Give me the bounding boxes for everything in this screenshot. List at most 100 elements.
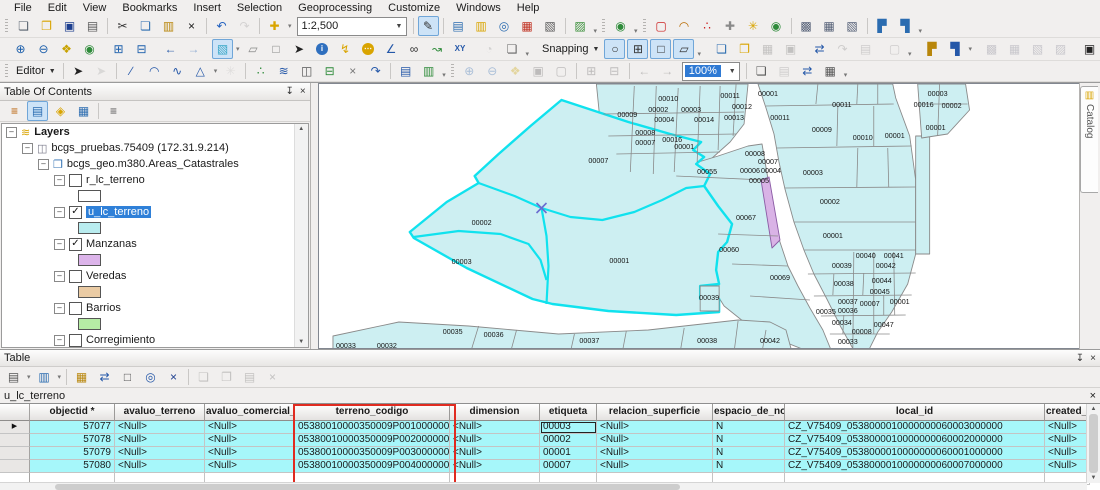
- cogo-rectangle-icon[interactable]: ▢: [651, 16, 672, 36]
- clear-selection-icon[interactable]: □: [266, 39, 287, 59]
- column-header[interactable]: avaluo_terreno: [115, 404, 205, 421]
- table-cell[interactable]: N: [713, 421, 785, 434]
- column-header[interactable]: relacion_superficie: [597, 404, 713, 421]
- table-cell[interactable]: <Null>: [597, 460, 713, 473]
- print-icon[interactable]: ▤: [82, 16, 103, 36]
- table-cell[interactable]: <Null>: [205, 421, 295, 434]
- copy-parallel-icon[interactable]: ❏: [711, 39, 732, 59]
- table-cell[interactable]: 05380010000350009P003000000000: [295, 447, 450, 460]
- layer-label[interactable]: bcgs_geo.m380.Areas_Catastrales: [67, 158, 239, 170]
- table-cell[interactable]: 57077: [30, 421, 115, 434]
- toolbar-grip[interactable]: [5, 64, 8, 78]
- back-extent-icon[interactable]: ←: [160, 39, 181, 59]
- zoom-in-icon[interactable]: ⊕: [10, 39, 31, 59]
- toc-item-manzanas[interactable]: –✓Manzanas: [2, 236, 308, 252]
- delete-selected-icon[interactable]: ×: [163, 367, 184, 387]
- table-cell[interactable]: <Null>: [450, 421, 540, 434]
- menu-item-customize[interactable]: Customize: [380, 1, 448, 15]
- table-close-icon[interactable]: ×: [1090, 353, 1096, 364]
- layer-visibility-checkbox[interactable]: [69, 270, 82, 283]
- toc-options-icon[interactable]: ≡: [103, 101, 124, 121]
- undo-icon[interactable]: ↶: [211, 16, 232, 36]
- toolbar-overflow-icon[interactable]: ▾: [634, 27, 638, 37]
- measure-icon[interactable]: ∠: [381, 39, 402, 59]
- layer-visibility-checkbox[interactable]: [69, 174, 82, 187]
- related-tables-icon[interactable]: ▥: [34, 367, 55, 387]
- layer-visibility-checkbox[interactable]: ✓: [69, 238, 82, 251]
- expander-icon[interactable]: –: [54, 303, 65, 314]
- table-cell[interactable]: <Null>: [1045, 421, 1090, 434]
- row-selector-cell[interactable]: ▶: [0, 421, 30, 434]
- fixed-zoom-in-icon[interactable]: ⊞: [108, 39, 129, 59]
- trace-tool-icon[interactable]: ∿: [167, 61, 188, 81]
- model-builder-icon[interactable]: ▨: [570, 16, 591, 36]
- topology-validate-icon[interactable]: ▧: [842, 16, 863, 36]
- layer-label[interactable]: u_lc_terreno: [86, 206, 151, 218]
- parcel-vertical-strip[interactable]: [915, 136, 929, 254]
- zoom-out-icon[interactable]: ⊖: [33, 39, 54, 59]
- map-canvas[interactable]: 0001000009000020000300004000140000800007…: [319, 84, 1079, 348]
- layer-visibility-checkbox[interactable]: ✓: [69, 206, 82, 219]
- table-cell[interactable]: 57078: [30, 434, 115, 447]
- toc-close-icon[interactable]: ×: [300, 86, 306, 97]
- layer-symbol-row[interactable]: [2, 188, 308, 204]
- table-cell[interactable]: N: [713, 460, 785, 473]
- layer-label[interactable]: r_lc_terreno: [86, 174, 145, 186]
- table-cell[interactable]: 05380010000350009P002000000000: [295, 434, 450, 447]
- focus-data-frame-icon[interactable]: ❏: [751, 61, 772, 81]
- straight-segment-icon[interactable]: ∕: [121, 61, 142, 81]
- layer-label[interactable]: Layers: [34, 126, 69, 138]
- chevron-down-icon[interactable]: ▾: [58, 373, 62, 381]
- scrollbar-thumb[interactable]: [55, 484, 680, 490]
- expander-icon[interactable]: –: [54, 239, 65, 250]
- layer-symbol-row[interactable]: [2, 316, 308, 332]
- table-cell[interactable]: 05380010000350009P001000000000: [295, 421, 450, 434]
- column-header[interactable]: terreno_codigo: [295, 404, 450, 421]
- layer-symbol-swatch[interactable]: [78, 318, 101, 330]
- table-cell[interactable]: <Null>: [1045, 434, 1090, 447]
- catalog-tab[interactable]: ▥ Catalog: [1080, 86, 1098, 193]
- table-vertical-scrollbar[interactable]: ▲ ▼: [1086, 404, 1100, 483]
- print-page-icon[interactable]: ▦: [820, 61, 841, 81]
- layout-zoom-combo-value[interactable]: 100%: [685, 65, 721, 77]
- column-header[interactable]: espacio_de_no: [713, 404, 785, 421]
- scroll-down-icon[interactable]: ▼: [298, 339, 304, 345]
- cogo-vertices-icon[interactable]: ∴: [697, 16, 718, 36]
- arctoolbox-window-icon[interactable]: ▦: [517, 16, 538, 36]
- toc-item-veredas[interactable]: –Veredas: [2, 268, 308, 284]
- expander-icon[interactable]: –: [54, 175, 65, 186]
- table-options-icon[interactable]: ▤: [3, 367, 24, 387]
- toc-item-u-lc-terreno[interactable]: –✓ u_lc_terreno: [2, 204, 308, 220]
- pan-icon[interactable]: ❖: [56, 39, 77, 59]
- copy-icon[interactable]: ❏: [135, 16, 156, 36]
- snap-end-icon[interactable]: ⊞: [627, 39, 648, 59]
- reshape-feature-icon[interactable]: ≋: [273, 61, 294, 81]
- switch-selection-icon[interactable]: ⇄: [94, 367, 115, 387]
- go-to-xy-icon[interactable]: XY: [450, 39, 471, 59]
- find-route-icon[interactable]: ↝: [427, 39, 448, 59]
- table-cell[interactable]: 57080: [30, 460, 115, 473]
- expander-icon[interactable]: –: [54, 207, 65, 218]
- scroll-up-icon[interactable]: ▲: [298, 126, 304, 132]
- toolbar-overflow-icon[interactable]: ▾: [919, 27, 923, 37]
- modify-parcel-icon[interactable]: ▜: [945, 39, 966, 59]
- toc-item-r-lc-terreno[interactable]: – r_lc_terreno: [2, 172, 308, 188]
- table-cell[interactable]: <Null>: [205, 434, 295, 447]
- cogo-traverse-icon[interactable]: ✳: [743, 16, 764, 36]
- column-header[interactable]: avaluo_comercial_terr: [205, 404, 295, 421]
- layer-symbol-swatch[interactable]: [78, 222, 101, 234]
- table-cell[interactable]: 05380010000350009P004000000000: [295, 460, 450, 473]
- toc-item-corregimiento[interactable]: –Corregimiento: [2, 332, 308, 348]
- search-window-icon[interactable]: ◎: [494, 16, 515, 36]
- hyperlink-icon[interactable]: ↯: [335, 39, 356, 59]
- open-folder-icon[interactable]: ❐: [36, 16, 57, 36]
- map-scale-combo[interactable]: 1:2,500▼: [297, 17, 407, 36]
- toc-pin-icon[interactable]: ↧: [285, 86, 293, 97]
- cogo-globe-icon[interactable]: ◉: [766, 16, 787, 36]
- toolbar-grip[interactable]: [5, 19, 8, 33]
- chevron-down-icon[interactable]: ▼: [726, 63, 739, 80]
- menu-item-view[interactable]: View: [75, 1, 115, 15]
- table-cell[interactable]: <Null>: [205, 460, 295, 473]
- scroll-down-icon[interactable]: ▼: [1091, 475, 1097, 481]
- snap-vertex-icon[interactable]: □: [650, 39, 671, 59]
